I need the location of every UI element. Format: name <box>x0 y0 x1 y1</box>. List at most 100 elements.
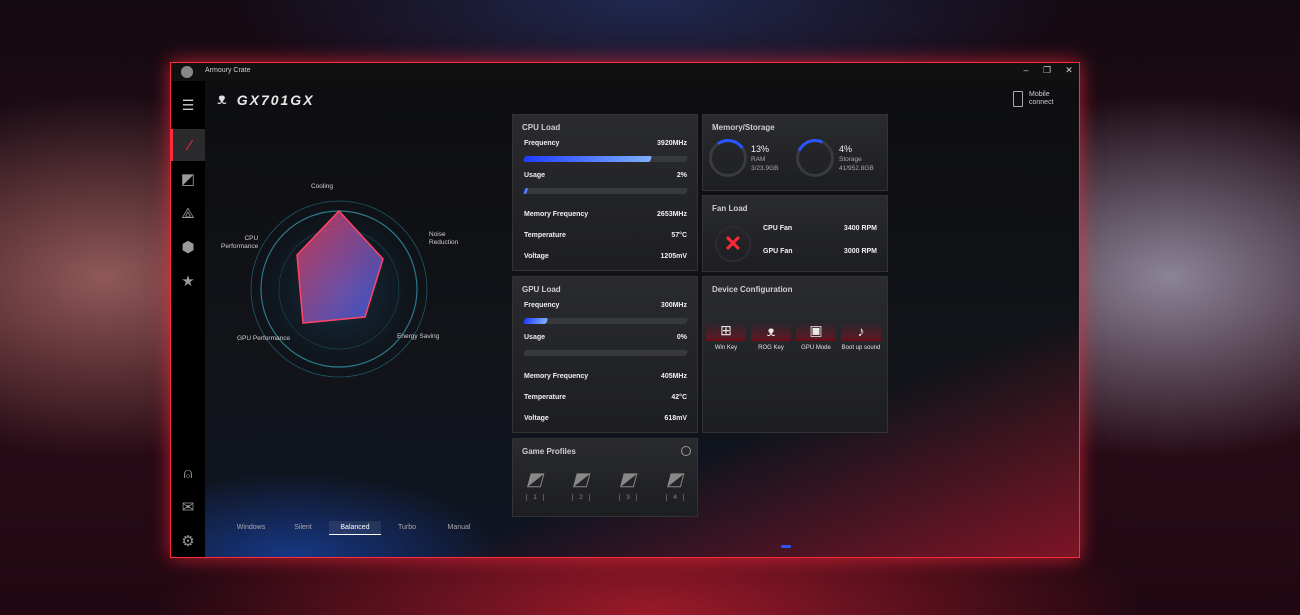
cpu-frequency-row: Frequency 3920MHz <box>524 140 687 147</box>
cpu-usage-bar <box>522 188 689 194</box>
game-profiles-card: Game Profiles ◩[ 1 ] ◩[ 2 ] ◩[ 3 ] ◩[ 4 … <box>512 438 698 517</box>
gpu-icon: ▣ <box>796 315 836 341</box>
game-profiles-title: Game Profiles <box>522 447 576 456</box>
tab-manual[interactable]: Manual <box>433 521 485 535</box>
gear-icon: ⚙ <box>181 533 195 550</box>
restore-button[interactable]: ❐ <box>1040 65 1054 76</box>
ram-percent: 13% <box>751 144 770 154</box>
cpu-load-title: CPU Load <box>522 123 561 132</box>
gpu-temperature-row: Temperature 42°C <box>524 394 687 401</box>
radar-chart <box>250 200 428 378</box>
rog-home-icon: ⁄ <box>188 136 192 154</box>
game-profile-1[interactable]: ◩[ 1 ] <box>521 469 551 501</box>
sidebar-item-home[interactable]: ⁄ <box>171 129 207 161</box>
tab-windows[interactable]: Windows <box>225 521 277 535</box>
tab-balanced[interactable]: Balanced <box>329 521 381 535</box>
performance-radar: Cooling Noise Reduction Energy Saving GP… <box>205 181 515 471</box>
cpu-fan-row: CPU Fan 3400 RPM <box>763 225 877 232</box>
sidebar-item-device[interactable]: ⬢ <box>171 231 205 263</box>
mobile-connect-label: Mobile connect <box>1029 91 1054 106</box>
ram-label: RAM <box>751 156 766 163</box>
cpu-load-card: CPU Load Frequency 3920MHz Usage 2% Memory… <box>512 114 698 271</box>
device-configuration-title: Device Configuration <box>712 285 793 294</box>
cube-icon: ⬢ <box>181 239 195 256</box>
device-configuration-card: Device Configuration ⊞ Win Key ᴥ ROG Key ▣… <box>702 276 888 433</box>
cpu-usage-row: Usage 2% <box>524 172 687 179</box>
profile-slot-icon: ◩ <box>617 469 641 489</box>
storage-label: Storage <box>839 156 862 163</box>
gpu-load-title: GPU Load <box>522 285 561 294</box>
sidebar-item-game-profile[interactable]: ◩ <box>171 163 205 195</box>
ram-detail: 3/23.9GB <box>751 165 779 172</box>
app-logo-icon <box>181 66 193 78</box>
cpu-temperature-row: Temperature 57°C <box>524 232 687 239</box>
win-key-toggle[interactable]: ⊞ Win Key <box>706 315 746 351</box>
game-profile-2[interactable]: ◩[ 2 ] <box>567 469 597 501</box>
gpu-fan-row: GPU Fan 3000 RPM <box>763 248 877 255</box>
gpu-usage-fill <box>522 350 526 356</box>
fan-load-title: Fan Load <box>712 204 748 213</box>
ram-gauge <box>705 135 751 181</box>
sidebar-item-aura[interactable]: ⟁ <box>171 197 205 229</box>
brand-header: ᴥ GX701GX <box>217 91 315 109</box>
aura-triangle-icon: ⟁ <box>181 204 195 222</box>
operating-mode-tabs: Windows Silent Balanced Turbo Manual <box>225 521 485 535</box>
cpu-usage-fill <box>522 188 529 194</box>
mail-icon: ✉ <box>181 499 195 516</box>
game-profile-3[interactable]: ◩[ 3 ] <box>614 469 644 501</box>
boot-sound-toggle[interactable]: ♪ Boot up sound <box>841 315 881 351</box>
tab-silent[interactable]: Silent <box>277 521 329 535</box>
gpu-frequency-fill <box>522 318 548 324</box>
gpu-frequency-row: Frequency 300MHz <box>524 302 687 309</box>
profile-slot-icon: ◩ <box>524 469 548 489</box>
memory-storage-title: Memory/Storage <box>712 123 775 132</box>
app-window: Armoury Crate – ❐ ✕ ☰ ⁄ ◩ ⟁ ⬢ ★ ⍝ ✉ ⚙ ᴥ … <box>170 62 1080 558</box>
rog-key-toggle[interactable]: ᴥ ROG Key <box>751 315 791 351</box>
radar-label-cpu: CPU Performance <box>221 235 259 250</box>
star-icon: ★ <box>181 273 195 290</box>
radar-label-gpu: GPU Performance <box>237 335 291 342</box>
user-icon: ⍝ <box>183 464 193 482</box>
tab-turbo[interactable]: Turbo <box>381 521 433 535</box>
gpu-mode-toggle[interactable]: ▣ GPU Mode <box>796 315 836 351</box>
memory-storage-card: Memory/Storage 13% RAM 3/23.9GB 4% Stora… <box>702 114 888 191</box>
cpu-frequency-bar <box>522 156 689 162</box>
gpu-usage-bar <box>522 350 689 356</box>
close-button[interactable]: ✕ <box>1062 65 1076 76</box>
storage-gauge-arc <box>790 133 840 183</box>
cpu-frequency-fill <box>522 156 653 162</box>
menu-icon[interactable]: ☰ <box>171 89 205 121</box>
sidebar: ☰ ⁄ ◩ ⟁ ⬢ ★ ⍝ ✉ ⚙ <box>171 81 207 557</box>
gpu-usage-row: Usage 0% <box>524 334 687 341</box>
gpu-voltage-row: Voltage 618mV <box>524 415 687 422</box>
sound-icon: ♪ <box>841 315 881 341</box>
profile-icon: ◩ <box>180 171 196 188</box>
gpu-frequency-bar <box>522 318 689 324</box>
title-bar: Armoury Crate – ❐ ✕ <box>171 63 1079 81</box>
radar-label-cooling: Cooling <box>311 183 334 190</box>
main-panel: ᴥ GX701GX Mobile connect Cooling Noise R… <box>205 81 1079 557</box>
rog-logo-icon: ᴥ <box>217 91 227 108</box>
minimize-button[interactable]: – <box>1019 65 1033 75</box>
fan-icon: ✕ <box>715 226 751 262</box>
sidebar-item-featured[interactable]: ★ <box>171 265 205 297</box>
sidebar-item-news[interactable]: ✉ <box>171 491 205 523</box>
sidebar-item-settings[interactable]: ⚙ <box>171 525 205 557</box>
game-profile-4[interactable]: ◩[ 4 ] <box>661 469 691 501</box>
app-title: Armoury Crate <box>205 67 251 74</box>
game-profiles-settings-icon[interactable] <box>681 446 691 456</box>
cpu-memory-row: Memory Frequency 2653MHz <box>524 211 687 218</box>
page-indicator[interactable] <box>781 545 791 548</box>
radar-label-noise: Noise Reduction <box>429 231 459 246</box>
sidebar-item-user[interactable]: ⍝ <box>171 457 205 489</box>
cpu-voltage-row: Voltage 1205mV <box>524 253 687 260</box>
storage-percent: 4% <box>839 144 853 154</box>
storage-gauge <box>790 133 840 183</box>
model-name: GX701GX <box>236 92 315 108</box>
phone-icon <box>1013 91 1023 107</box>
profile-slot-icon: ◩ <box>570 469 594 489</box>
storage-detail: 41/952.8GB <box>839 165 874 172</box>
ram-gauge-arc <box>705 135 751 181</box>
mobile-connect-button[interactable]: Mobile connect <box>1013 91 1069 107</box>
gpu-load-card: GPU Load Frequency 300MHz Usage 0% Memory … <box>512 276 698 433</box>
